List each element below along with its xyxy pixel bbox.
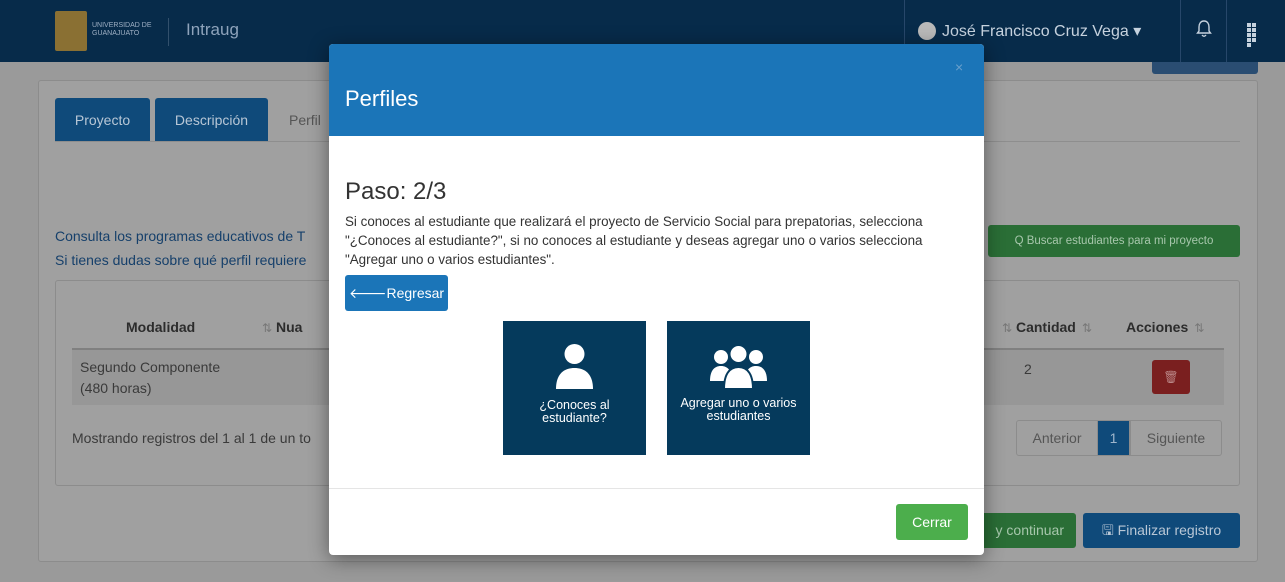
tab-descripcion[interactable]: Descripción [155,98,268,142]
step-indicator: Paso: 2/3 [345,178,447,205]
pagination-next[interactable]: Siguiente [1130,420,1222,456]
add-students-label: Agregar uno o varios estudiantes [680,396,797,423]
cell-modalidad: Segundo Componente [80,359,221,375]
modal-header: Perfiles × [329,44,984,136]
modal-footer-divider [329,488,984,489]
add-students-option[interactable]: Agregar uno o varios estudiantes [667,321,810,455]
cell-cantidad: 2 [1024,361,1032,377]
info-programs-link[interactable]: Consulta los programas educativos de T [55,228,305,244]
bell-icon[interactable] [1195,20,1213,40]
sort-icon: ⇅ [1002,321,1013,335]
user-icon [503,343,646,391]
search-students-button[interactable]: Q Buscar estudiantes para mi proyecto [988,225,1240,257]
sort-icon: ⇅ [1081,321,1092,335]
profiles-modal: Perfiles × Paso: 2/3 Si conoces al estud… [329,44,984,555]
back-button[interactable]: 🡐Regresar [345,275,448,311]
user-menu-toggle[interactable]: José Francisco Cruz Vega ▾ [942,21,1141,41]
close-button[interactable]: Cerrar [896,504,968,540]
column-header-modalidad[interactable]: Modalidad [126,319,195,335]
modal-title: Perfiles [345,86,419,111]
sort-icon: ⇅ [1194,321,1205,335]
table-info: Mostrando registros del 1 al 1 de un to [72,430,311,446]
tab-proyecto[interactable]: Proyecto [55,98,150,142]
known-student-label: ¿Conoces al estudiante? [539,398,610,425]
university-logo-text: UNIVERSIDAD DE GUANAJUATO [92,22,152,37]
step-description: Si conoces al estudiante que realizará e… [345,214,923,267]
brand-separator [168,18,169,46]
sort-icon: ⇅ [262,321,273,335]
app-name[interactable]: Intraug [186,20,239,40]
avatar[interactable] [918,22,936,40]
grid-icon[interactable] [1247,23,1261,47]
save-and-continue-button[interactable]: y continuar [980,513,1076,548]
tab-perfil[interactable]: Perfil [275,98,335,142]
pagination-previous[interactable]: Anterior [1016,420,1098,456]
trash-icon: 🗑 [1163,370,1179,384]
column-header-nua[interactable]: ⇅ Nua [256,319,302,335]
close-icon[interactable]: × [955,60,963,74]
info-profile-link[interactable]: Si tienes dudas sobre qué perfil requier… [55,252,306,268]
university-logo[interactable] [55,11,87,51]
delete-button[interactable]: 🗑 [1152,360,1190,394]
column-header-cantidad[interactable]: ⇅ Cantidad ⇅ [996,319,1092,335]
known-student-option[interactable]: ¿Conoces al estudiante? [503,321,646,455]
users-icon [667,343,810,391]
column-header-acciones: Acciones ⇅ [1126,319,1205,335]
top-right-button[interactable] [1152,62,1258,74]
cell-modalidad-hours: (480 horas) [80,380,152,396]
pagination-page-1[interactable]: 1 [1097,420,1130,456]
finalize-registration-button[interactable]: 🖫 Finalizar registro [1083,513,1240,548]
